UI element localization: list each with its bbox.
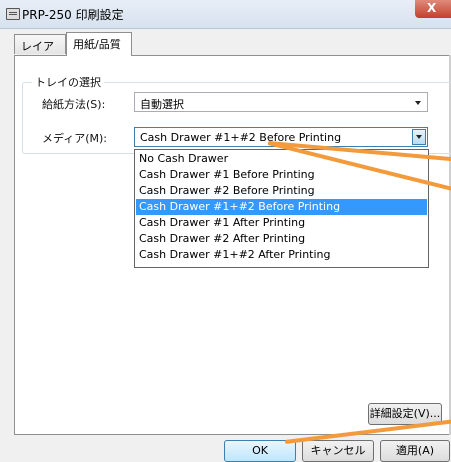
media-dropdown-button[interactable] <box>412 129 426 145</box>
close-icon: X <box>427 1 437 15</box>
paper-source-value: 自動選択 <box>140 98 184 111</box>
tray-group-legend: トレイの選択 <box>32 74 104 90</box>
cancel-button[interactable]: キャンセル <box>302 440 374 462</box>
chevron-down-icon <box>416 135 422 139</box>
media-option-drawer1-after[interactable]: Cash Drawer #1 After Printing <box>136 215 427 231</box>
media-option-drawer2-after[interactable]: Cash Drawer #2 After Printing <box>136 231 427 247</box>
media-value: Cash Drawer #1+#2 Before Printing <box>140 131 342 144</box>
window-title: PRP-250 印刷設定 <box>22 8 124 22</box>
paper-source-label: 給紙方法(S): <box>42 98 106 111</box>
chevron-down-icon <box>415 101 421 105</box>
apply-button[interactable]: 適用(A) <box>380 440 450 462</box>
media-option-drawer12-after[interactable]: Cash Drawer #1+#2 After Printing <box>136 247 427 263</box>
media-option-drawer2-before[interactable]: Cash Drawer #2 Before Printing <box>136 183 427 199</box>
tab-bar: レイアウト 用紙/品質 <box>0 32 451 69</box>
tab-layout[interactable]: レイアウト <box>14 34 66 69</box>
media-option-drawer12-before[interactable]: Cash Drawer #1+#2 Before Printing <box>136 199 427 215</box>
paper-source-select[interactable]: 自動選択 <box>134 92 428 112</box>
media-label: メディア(M): <box>42 132 108 145</box>
printer-icon <box>6 8 20 20</box>
title-bar: PRP-250 印刷設定 X <box>0 0 451 29</box>
media-dropdown-list: No Cash Drawer Cash Drawer #1 Before Pri… <box>134 149 429 268</box>
tab-paper-quality[interactable]: 用紙/品質 <box>66 32 132 56</box>
close-button[interactable]: X <box>415 0 451 18</box>
